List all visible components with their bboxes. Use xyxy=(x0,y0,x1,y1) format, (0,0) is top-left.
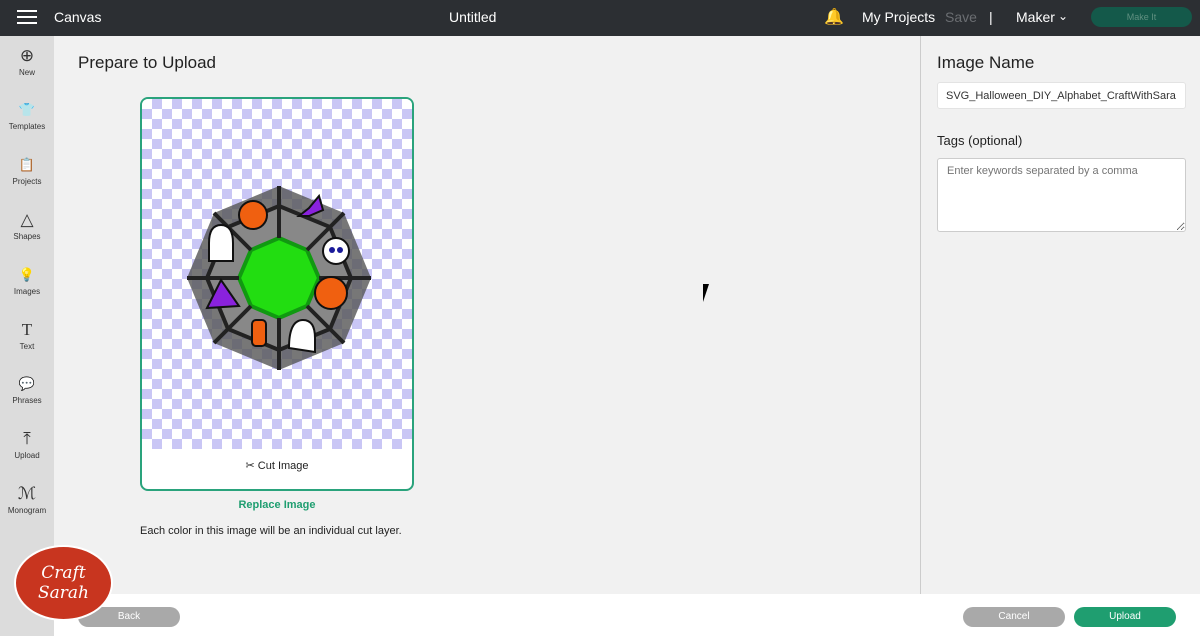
sidebar-item-text[interactable]: T Text xyxy=(0,320,54,351)
sidebar-item-shapes[interactable]: △ Shapes xyxy=(0,210,54,241)
shapes-icon: △ xyxy=(20,210,34,229)
page-title: Prepare to Upload xyxy=(78,53,216,72)
document-title: Untitled xyxy=(449,9,497,25)
sidebar-item-templates[interactable]: 👕 Templates xyxy=(0,100,54,131)
sidebar-item-projects[interactable]: 📋 Projects xyxy=(0,155,54,186)
monogram-icon: ℳ xyxy=(17,484,37,503)
image-preview-card: ✂ Cut Image xyxy=(140,97,414,491)
cut-layer-note: Each color in this image will be an indi… xyxy=(140,525,402,537)
mouse-cursor xyxy=(703,284,715,302)
craft-with-sarah-logo: Craft Sarah xyxy=(14,545,113,621)
sidebar-label: Monogram xyxy=(7,506,47,515)
sidebar-item-new[interactable]: ⊕ New xyxy=(0,46,54,77)
cancel-button[interactable]: Cancel xyxy=(963,607,1065,627)
sidebar-item-images[interactable]: 💡 Images xyxy=(0,265,54,296)
chevron-down-icon[interactable]: ⌄ xyxy=(1058,9,1068,23)
sidebar-label: Text xyxy=(19,342,35,351)
sidebar-item-upload[interactable]: ⤒ Upload xyxy=(0,429,54,460)
separator: | xyxy=(989,9,993,25)
sidebar-label: Projects xyxy=(12,177,42,186)
details-panel: Image Name Tags (optional) xyxy=(920,36,1200,594)
sidebar-label: New xyxy=(18,68,35,77)
plus-circle-icon: ⊕ xyxy=(19,46,35,65)
bell-icon[interactable]: 🔔 xyxy=(824,7,844,27)
shirt-icon: 👕 xyxy=(18,102,36,117)
clipboard-icon: 📋 xyxy=(18,157,36,172)
sidebar-item-monogram[interactable]: ℳ Monogram xyxy=(0,484,54,515)
lightbulb-icon: 💡 xyxy=(18,267,36,282)
my-projects-link[interactable]: My Projects xyxy=(862,9,935,25)
sidebar-label: Phrases xyxy=(12,396,42,405)
sidebar-label: Images xyxy=(13,287,41,296)
upload-button[interactable]: Upload xyxy=(1074,607,1176,627)
image-name-label: Image Name xyxy=(937,53,1035,72)
hamburger-icon[interactable] xyxy=(17,10,37,24)
top-bar: Canvas Untitled 🔔 My Projects Save | Mak… xyxy=(0,0,1200,36)
text-icon: T xyxy=(21,320,33,339)
sidebar-label: Templates xyxy=(8,122,46,131)
tags-label: Tags (optional) xyxy=(937,133,1023,148)
sidebar: ⊕ New 👕 Templates 📋 Projects △ Shapes 💡 Image… xyxy=(0,36,54,636)
replace-image-link[interactable]: Replace Image xyxy=(140,499,414,511)
save-button[interactable]: Save xyxy=(945,9,977,25)
upload-icon: ⤒ xyxy=(23,429,31,448)
sidebar-label: Shapes xyxy=(13,232,41,241)
app-name: Canvas xyxy=(54,9,102,25)
image-preview xyxy=(142,99,412,449)
cut-image-label: Cut Image xyxy=(257,460,309,472)
footer-bar: Back Cancel Upload xyxy=(54,594,1200,636)
halloween-wreath-image xyxy=(187,186,371,370)
machine-select[interactable]: Maker xyxy=(1016,9,1055,25)
sidebar-item-phrases[interactable]: 💬 Phrases xyxy=(0,374,54,405)
speech-bubble-icon: 💬 xyxy=(18,376,36,391)
image-name-input[interactable] xyxy=(937,82,1186,109)
sidebar-label: Upload xyxy=(14,451,40,460)
scissors-icon: ✂ xyxy=(245,460,255,472)
make-it-button[interactable]: Make It xyxy=(1091,7,1192,27)
cut-image-option[interactable]: ✂ Cut Image xyxy=(142,459,412,472)
tags-input[interactable] xyxy=(937,158,1186,232)
